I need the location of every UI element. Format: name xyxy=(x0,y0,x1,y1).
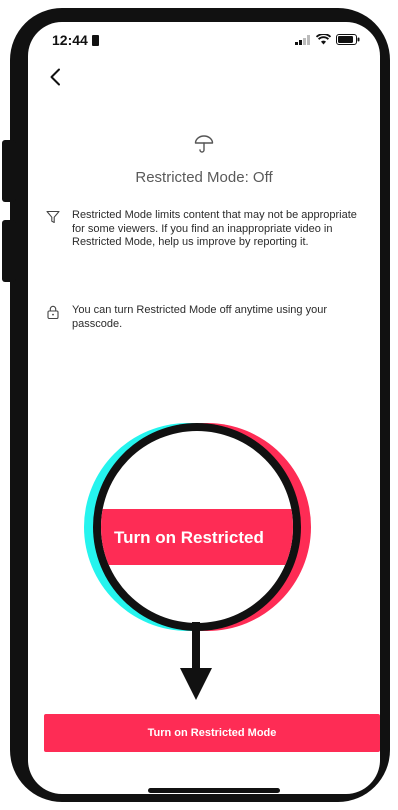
side-button xyxy=(2,220,16,282)
home-indicator xyxy=(148,788,280,793)
status-bar: 12:44 xyxy=(28,22,380,58)
turn-on-restricted-mode-button[interactable]: Turn on Restricted Mode xyxy=(44,714,380,752)
info-item: Restricted Mode limits content that may … xyxy=(46,209,366,250)
lock-icon xyxy=(46,304,60,331)
status-time: 12:44 xyxy=(52,32,99,48)
info-item: You can turn Restricted Mode off anytime… xyxy=(46,304,366,331)
wifi-icon xyxy=(316,34,331,45)
phone-screen: 12:44 Restricted Mode: Off Restricted Mo… xyxy=(28,22,380,794)
status-icons xyxy=(295,34,360,45)
umbrella-icon xyxy=(194,134,214,159)
signal-icon xyxy=(295,34,310,45)
page-title: Restricted Mode: Off xyxy=(135,169,273,186)
battery-icon xyxy=(336,34,360,45)
info-text: You can turn Restricted Mode off anytime… xyxy=(72,304,327,330)
back-button[interactable] xyxy=(42,64,68,90)
info-text: Restricted Mode limits content that may … xyxy=(72,209,357,248)
notification-badge-icon xyxy=(91,34,99,46)
time-text: 12:44 xyxy=(52,32,88,48)
side-button xyxy=(2,140,16,202)
filter-icon xyxy=(46,209,60,250)
chevron-left-icon xyxy=(50,68,60,86)
